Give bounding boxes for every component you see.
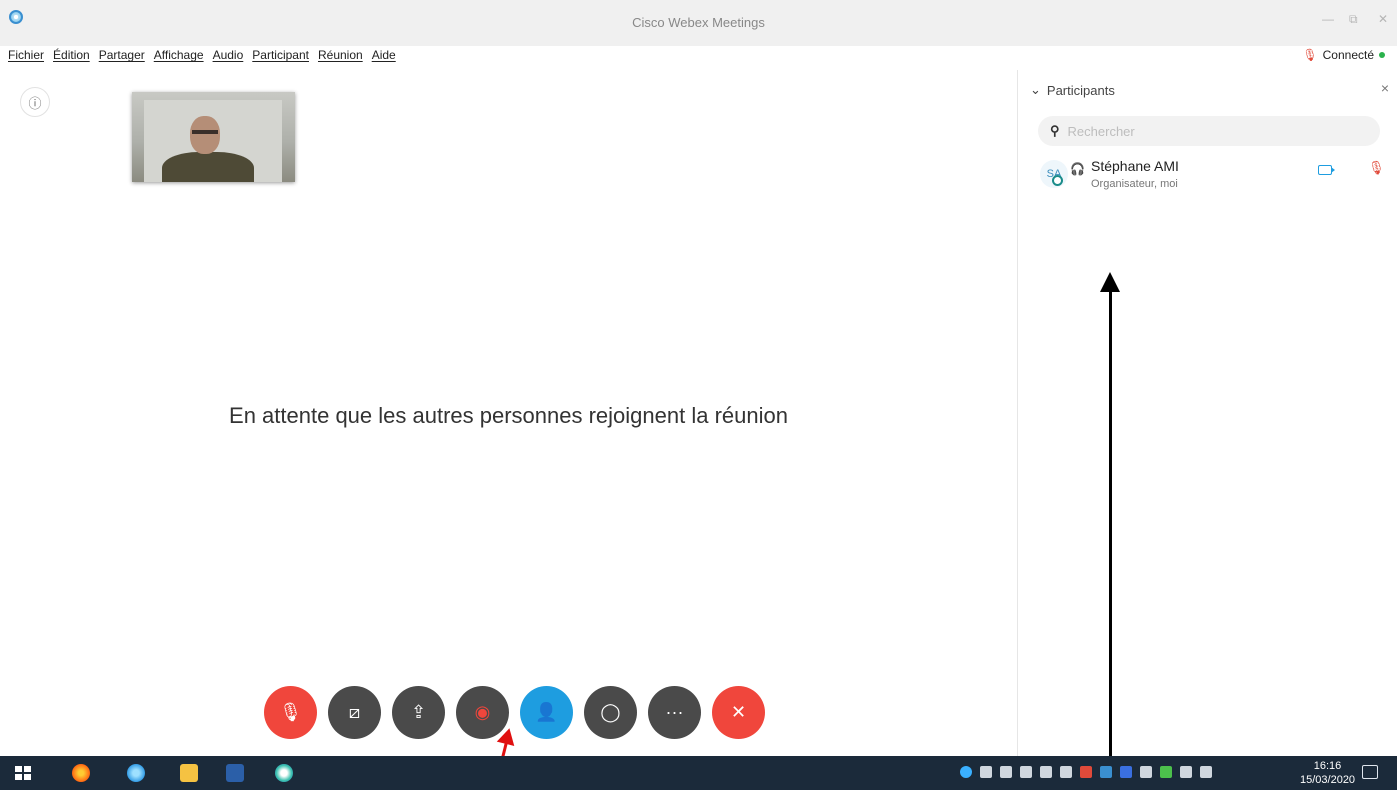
search-input[interactable]: [1067, 123, 1368, 139]
waiting-message: En attente que les autres personnes rejo…: [229, 403, 788, 428]
clock-date: 15/03/2020: [1300, 774, 1356, 786]
info-icon: ⓘ: [28, 95, 42, 111]
menu-fichier[interactable]: Fichier: [8, 48, 44, 66]
chat-button[interactable]: ◯: [584, 686, 637, 739]
edge-icon[interactable]: [127, 764, 145, 782]
video-button[interactable]: ⧄: [328, 686, 381, 739]
network-tray-icon[interactable]: [1040, 766, 1052, 778]
dropbox-tray-icon[interactable]: [1100, 766, 1112, 778]
info-button[interactable]: ⓘ: [20, 87, 50, 117]
participant-row[interactable]: SA 🎧 Stéphane AMI Organisateur, moi 🎙: [1038, 154, 1390, 198]
search-icon: ⚲: [1050, 123, 1060, 138]
bluetooth-tray-icon[interactable]: [1120, 766, 1132, 778]
notification-icon[interactable]: [1362, 765, 1378, 779]
system-clock[interactable]: 16:16 15/03/2020: [1300, 759, 1355, 787]
webex-taskbar-icon[interactable]: [275, 764, 293, 782]
webex-tray-icon[interactable]: [960, 766, 972, 778]
menu-edition[interactable]: Édition: [53, 48, 90, 66]
avatar: SA: [1040, 160, 1068, 188]
update-tray-icon[interactable]: [1160, 766, 1172, 778]
video-person-body: [162, 152, 254, 182]
clock-time: 16:16: [1313, 760, 1342, 772]
menu-reunion[interactable]: Réunion: [318, 48, 363, 66]
mic-off-icon: 🎙: [1302, 48, 1318, 62]
video-person-head: [190, 116, 220, 154]
status-dot-icon: [1379, 52, 1385, 58]
participant-search[interactable]: ⚲: [1038, 116, 1380, 146]
share-button[interactable]: ⇪: [392, 686, 445, 739]
security-tray-icon[interactable]: [1140, 766, 1152, 778]
connection-label: Connecté: [1322, 48, 1374, 62]
record-icon: ◉: [474, 702, 491, 722]
more-icon: ···: [665, 702, 684, 722]
mic-off-icon[interactable]: 🎙: [1368, 160, 1385, 176]
restore-button[interactable]: ⧉: [1349, 12, 1358, 27]
menu-partager[interactable]: Partager: [99, 48, 145, 66]
send-tray-icon[interactable]: [1020, 766, 1032, 778]
mute-button[interactable]: 🎙: [264, 686, 317, 739]
connection-status[interactable]: 🎙 Connecté: [1302, 48, 1385, 62]
participants-title: Participants: [1046, 82, 1115, 98]
windows-start-icon[interactable]: [14, 764, 32, 782]
video-person-glasses: [192, 130, 218, 134]
chevron-down-icon: ⌄: [1030, 82, 1041, 97]
minimize-button[interactable]: —: [1322, 12, 1334, 26]
participant-role: Organisateur, moi: [1091, 178, 1178, 190]
panel-close-button[interactable]: ×: [1381, 80, 1389, 96]
menu-bar: Fichier Édition Partager Affichage Audio…: [8, 48, 396, 66]
system-tray: [960, 766, 1212, 778]
menu-participant[interactable]: Participant: [252, 48, 309, 66]
window-title: Cisco Webex Meetings: [632, 15, 765, 30]
participants-icon: 👤: [535, 702, 558, 722]
mic-off-icon: 🎙: [279, 702, 302, 722]
video-off-icon: ⧄: [348, 702, 361, 722]
self-video-thumbnail[interactable]: [132, 92, 295, 182]
headset-icon: 🎧: [1070, 162, 1085, 176]
chat-icon: ◯: [600, 702, 621, 722]
participants-panel: ⌄ Participants × ⚲ SA 🎧 Stéphane AMI Org…: [1017, 70, 1397, 756]
participants-header[interactable]: ⌄ Participants: [1030, 82, 1115, 98]
close-window-button[interactable]: ✕: [1378, 12, 1388, 26]
participants-button[interactable]: 👤: [520, 686, 573, 739]
antivirus-tray-icon[interactable]: [1080, 766, 1092, 778]
more-button[interactable]: ···: [648, 686, 701, 739]
camera-icon[interactable]: [1318, 165, 1335, 175]
file-explorer-icon[interactable]: [180, 764, 198, 782]
leave-button[interactable]: ✕: [712, 686, 765, 739]
menu-audio[interactable]: Audio: [213, 48, 244, 66]
webex-badge-icon: [1052, 175, 1063, 186]
title-bar: Cisco Webex Meetings — ⧉ ✕: [0, 0, 1397, 46]
taskbar: 16:16 15/03/2020: [0, 756, 1397, 790]
annotation-arrow-black: [1100, 272, 1120, 790]
battery-tray-icon[interactable]: [1180, 766, 1192, 778]
microphone-tray-icon[interactable]: [980, 766, 992, 778]
share-icon: ⇪: [410, 702, 427, 722]
meeting-stage: ⓘ En attente que les autres personnes re…: [0, 70, 1017, 756]
participant-name: Stéphane AMI: [1091, 158, 1179, 174]
menu-affichage[interactable]: Affichage: [154, 48, 204, 66]
word-icon[interactable]: [226, 764, 244, 782]
firefox-icon[interactable]: [72, 764, 90, 782]
menu-aide[interactable]: Aide: [372, 48, 396, 66]
mail-tray-icon[interactable]: [1000, 766, 1012, 778]
wifi-tray-icon[interactable]: [1060, 766, 1072, 778]
close-icon: ✕: [730, 702, 747, 722]
volume-tray-icon[interactable]: [1200, 766, 1212, 778]
